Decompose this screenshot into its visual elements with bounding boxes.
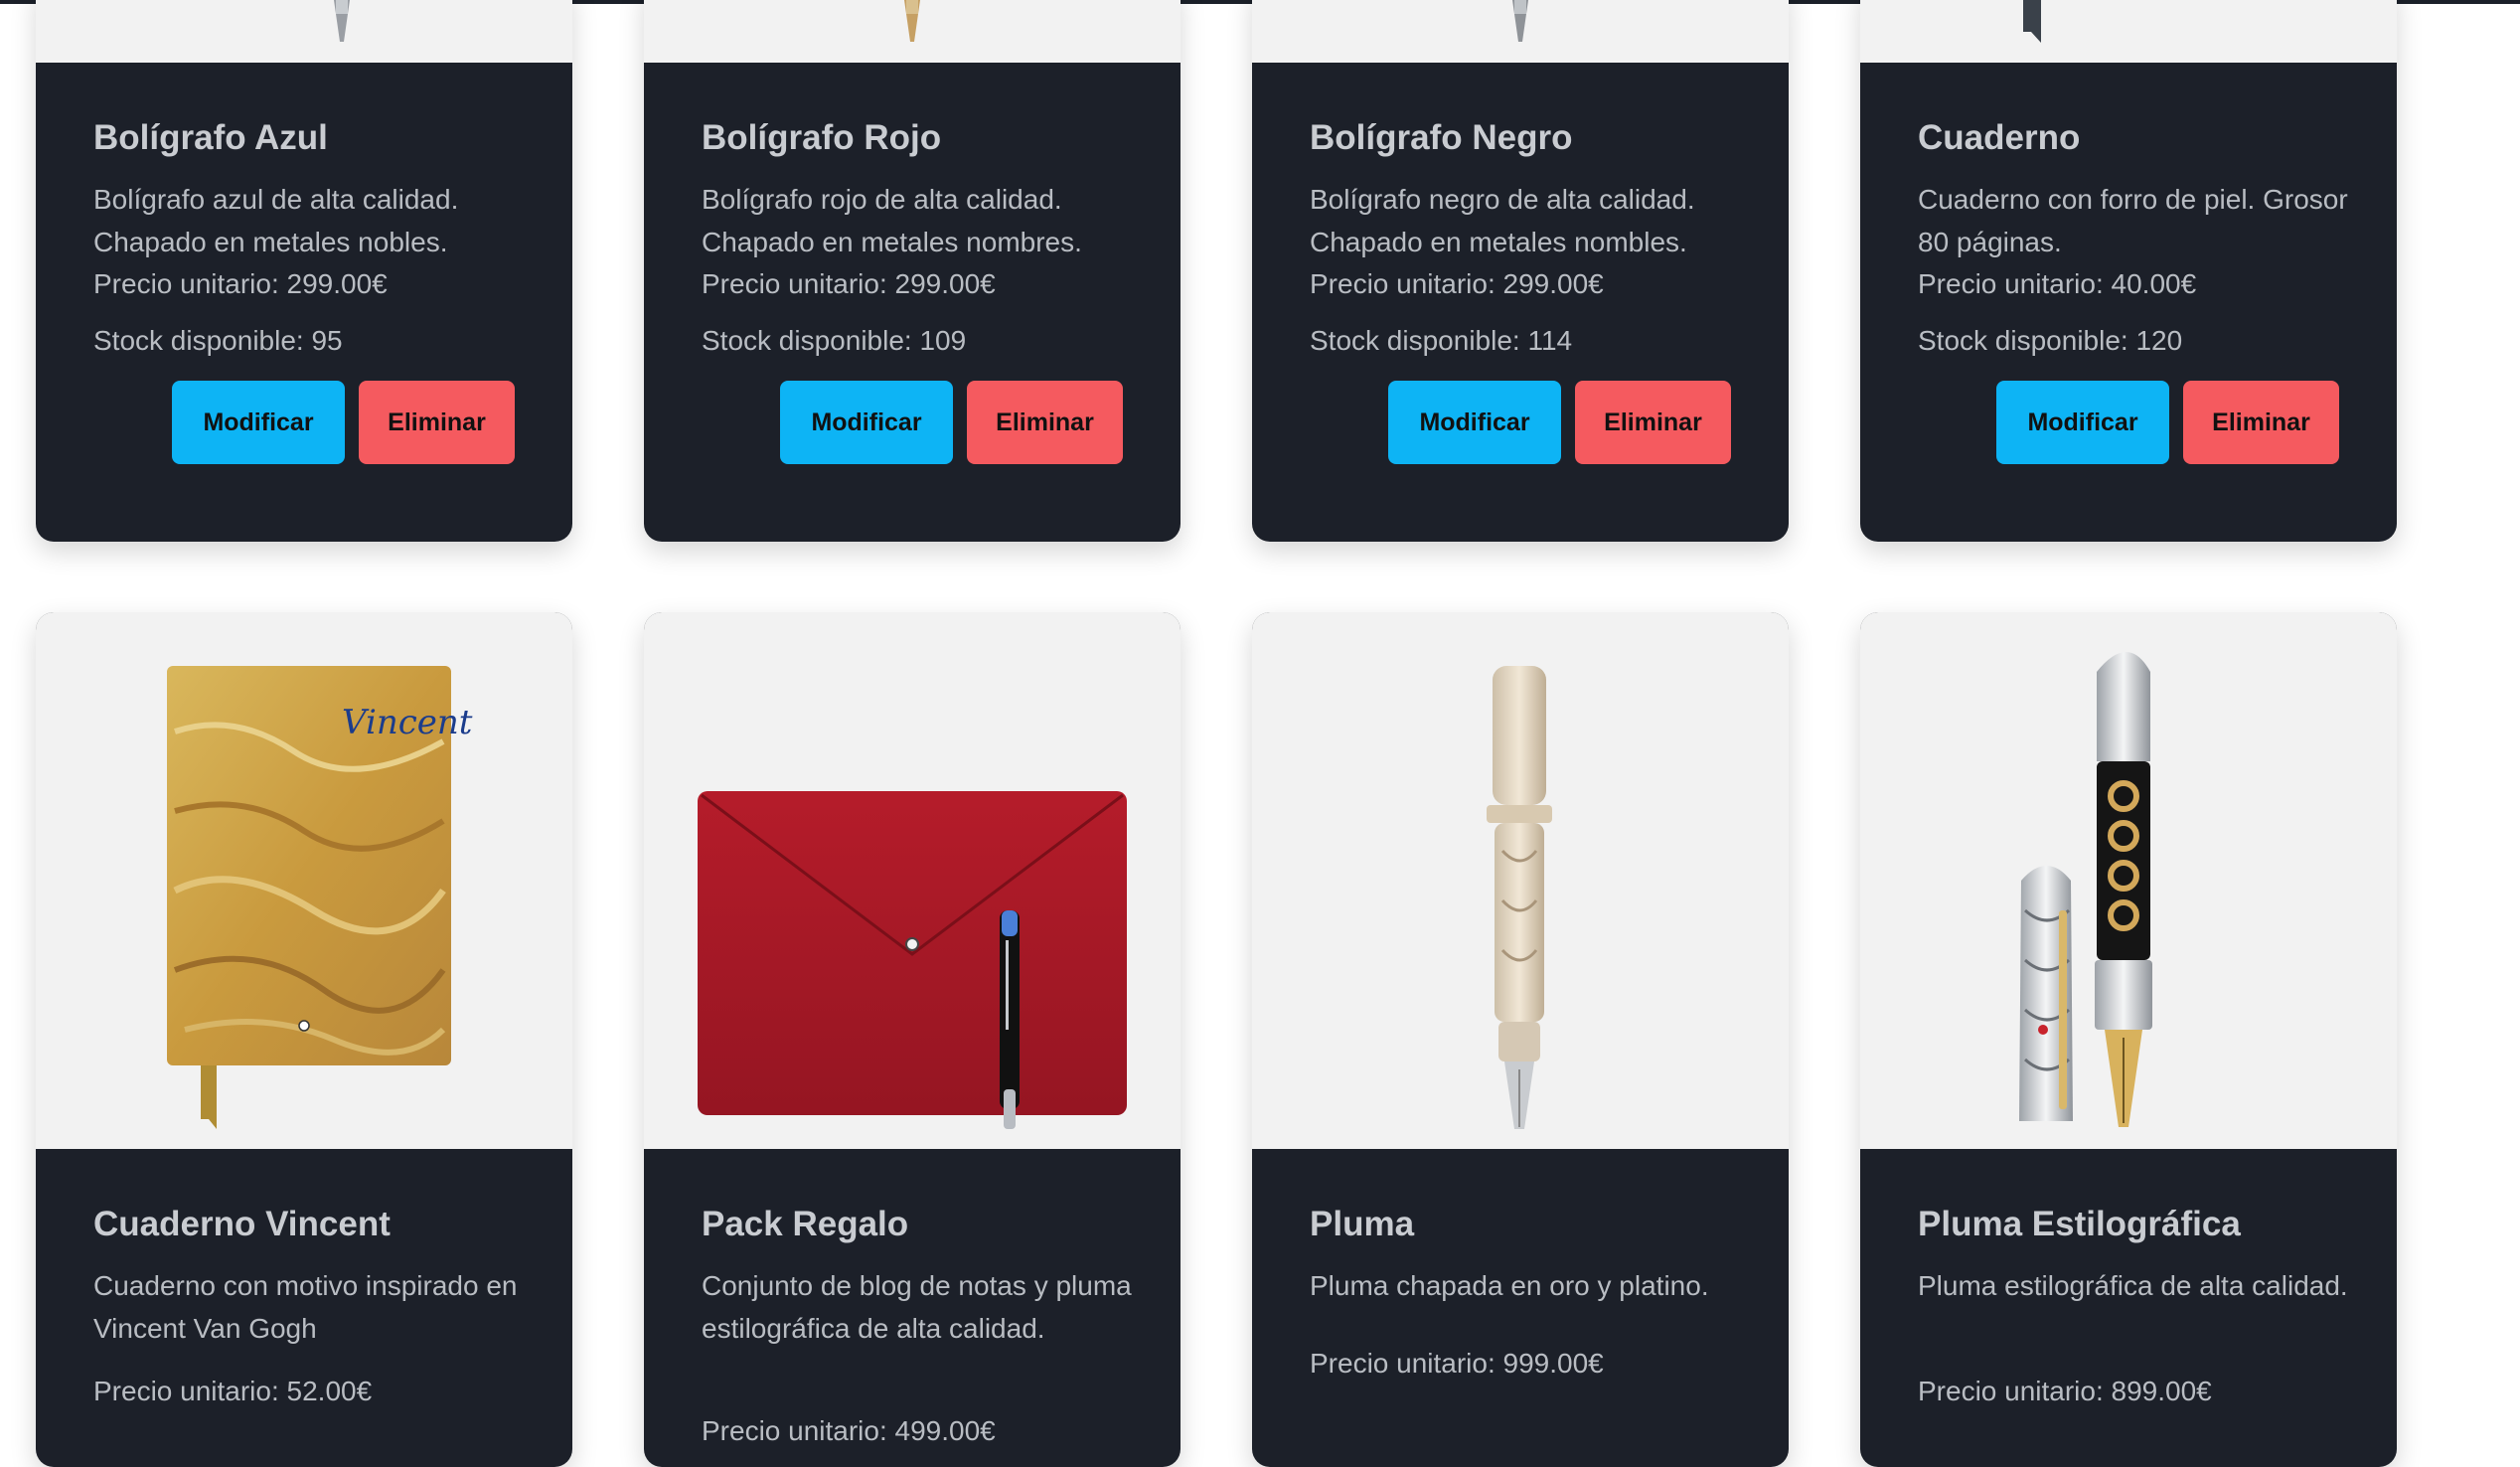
product-stock: Stock disponible: 120 <box>1918 325 2183 356</box>
product-description: Cuaderno con motivo inspirado en Vincent… <box>93 1270 518 1344</box>
modify-button[interactable]: Modificar <box>780 381 953 464</box>
product-description: Pluma estilográfica de alta calidad. <box>1918 1270 2348 1301</box>
modify-button[interactable]: Modificar <box>172 381 345 464</box>
product-card-pluma: Pluma Pluma chapada en oro y platino. Pr… <box>1252 612 1789 1467</box>
product-stock: Stock disponible: 109 <box>702 325 967 356</box>
product-title: Bolígrafo Azul <box>93 118 328 157</box>
product-image-cuaderno-vincent: Vincent <box>36 612 572 1149</box>
product-price: Precio unitario: 999.00€ <box>1310 1348 1604 1379</box>
product-stock: Stock disponible: 95 <box>93 325 343 356</box>
product-price: Precio unitario: 40.00€ <box>1918 268 2197 299</box>
vincent-signature-text: Vincent <box>342 703 473 742</box>
product-stock: Stock disponible: 114 <box>1310 325 1573 356</box>
product-image-pluma-estilografica <box>1860 612 2397 1149</box>
product-card-pack-regalo: Pack Regalo Conjunto de blog de notas y … <box>644 612 1181 1467</box>
product-image-cuaderno <box>1860 0 2397 63</box>
modify-button[interactable]: Modificar <box>1388 381 1561 464</box>
product-title: Pluma <box>1310 1205 1415 1243</box>
product-card-boligrafo-negro: Bolígrafo Negro Bolígrafo negro de alta … <box>1252 0 1789 542</box>
product-description: Conjunto de blog de notas y pluma estilo… <box>702 1270 1132 1344</box>
product-description: Bolígrafo rojo de alta calidad. Chapado … <box>702 184 1082 257</box>
product-card-cuaderno: Cuaderno Cuaderno con forro de piel. Gro… <box>1860 0 2397 542</box>
product-card-boligrafo-rojo: Bolígrafo Rojo Bolígrafo rojo de alta ca… <box>644 0 1181 542</box>
product-title: Cuaderno <box>1918 118 2081 157</box>
product-description: Cuaderno con forro de piel. Grosor 80 pá… <box>1918 184 2348 257</box>
product-title: Cuaderno Vincent <box>93 1205 391 1243</box>
product-card-pluma-estilografica: Pluma Estilográfica Pluma estilográfica … <box>1860 612 2397 1467</box>
product-price: Precio unitario: 299.00€ <box>93 268 388 299</box>
product-title: Pack Regalo <box>702 1205 909 1243</box>
product-image-pluma <box>1252 612 1789 1149</box>
product-image-boligrafo-azul <box>36 0 572 63</box>
delete-button[interactable]: Eliminar <box>2183 381 2339 464</box>
product-title: Bolígrafo Rojo <box>702 118 942 157</box>
product-price: Precio unitario: 52.00€ <box>93 1376 373 1406</box>
product-description: Bolígrafo azul de alta calidad. Chapado … <box>93 184 459 257</box>
product-image-pack-regalo <box>644 612 1181 1149</box>
product-title: Pluma Estilográfica <box>1918 1205 2241 1243</box>
modify-button[interactable]: Modificar <box>1996 381 2169 464</box>
product-description: Bolígrafo negro de alta calidad. Chapado… <box>1310 184 1695 257</box>
product-card-cuaderno-vincent: Vincent Cuaderno Vincent Cuaderno con mo… <box>36 612 572 1467</box>
delete-button[interactable]: Eliminar <box>967 381 1123 464</box>
product-title: Bolígrafo Negro <box>1310 118 1573 157</box>
product-image-boligrafo-negro <box>1252 0 1789 63</box>
product-price: Precio unitario: 299.00€ <box>1310 268 1604 299</box>
product-description: Pluma chapada en oro y platino. <box>1310 1270 1709 1301</box>
delete-button[interactable]: Eliminar <box>1575 381 1731 464</box>
product-card-boligrafo-azul: Bolígrafo Azul Bolígrafo azul de alta ca… <box>36 0 572 542</box>
product-price: Precio unitario: 899.00€ <box>1918 1376 2212 1406</box>
product-price: Precio unitario: 499.00€ <box>702 1415 996 1446</box>
delete-button[interactable]: Eliminar <box>359 381 515 464</box>
product-image-boligrafo-rojo <box>644 0 1181 63</box>
product-price: Precio unitario: 299.00€ <box>702 268 996 299</box>
